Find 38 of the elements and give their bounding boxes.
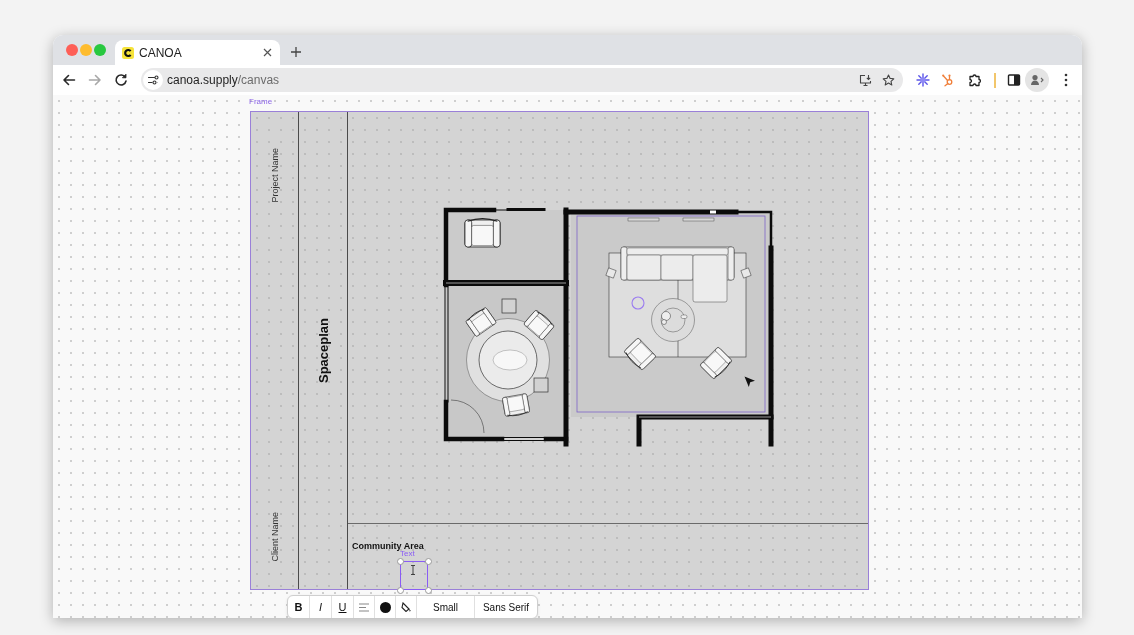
fill-icon[interactable] [401, 602, 411, 612]
resize-handle[interactable] [397, 558, 404, 565]
align-icon[interactable] [359, 602, 369, 612]
menu-icon[interactable] [1062, 73, 1069, 87]
color-swatch-icon[interactable] [379, 601, 391, 613]
resize-handle[interactable] [425, 558, 432, 565]
puzzle-icon[interactable] [968, 73, 982, 87]
avatar-icon[interactable] [1024, 68, 1049, 92]
network-node-icon[interactable] [941, 73, 955, 87]
font-family-dropdown[interactable]: Sans Serif [475, 596, 537, 618]
monitor-download-icon[interactable] [859, 73, 872, 87]
project-name-text: Project Name [269, 148, 280, 203]
bold-button[interactable]: B [288, 596, 310, 618]
client-name-text: Client Name [269, 512, 280, 562]
frame-label[interactable]: Frame [249, 97, 273, 106]
resize-handle[interactable] [425, 587, 432, 594]
browser-tab[interactable]: CANOA [115, 40, 280, 65]
pointer-cursor-icon [744, 376, 756, 388]
text-box-label: Text [400, 549, 415, 558]
site-settings-icon[interactable] [143, 70, 163, 90]
text-cursor-icon [410, 565, 416, 575]
close-icon[interactable] [263, 48, 272, 57]
italic-button[interactable]: I [310, 596, 332, 618]
plus-icon[interactable] [290, 46, 302, 58]
address-bar[interactable]: canoa.supply/canvas [141, 68, 903, 92]
url-text: canoa.supply/canvas [167, 73, 281, 87]
sheet-title: Spaceplan [315, 318, 331, 383]
back-icon[interactable] [62, 73, 76, 87]
side-panel-icon[interactable] [1006, 73, 1021, 87]
logo-icon [122, 46, 134, 59]
selection-ring-icon [631, 296, 645, 310]
reload-icon[interactable] [114, 73, 128, 87]
area-label: Community Area [352, 541, 424, 551]
font-size-dropdown[interactable]: Small [417, 596, 475, 618]
resize-handle[interactable] [397, 587, 404, 594]
underline-button[interactable]: U [332, 596, 354, 618]
sparkle-icon[interactable] [916, 73, 930, 87]
star-icon[interactable] [882, 73, 895, 87]
